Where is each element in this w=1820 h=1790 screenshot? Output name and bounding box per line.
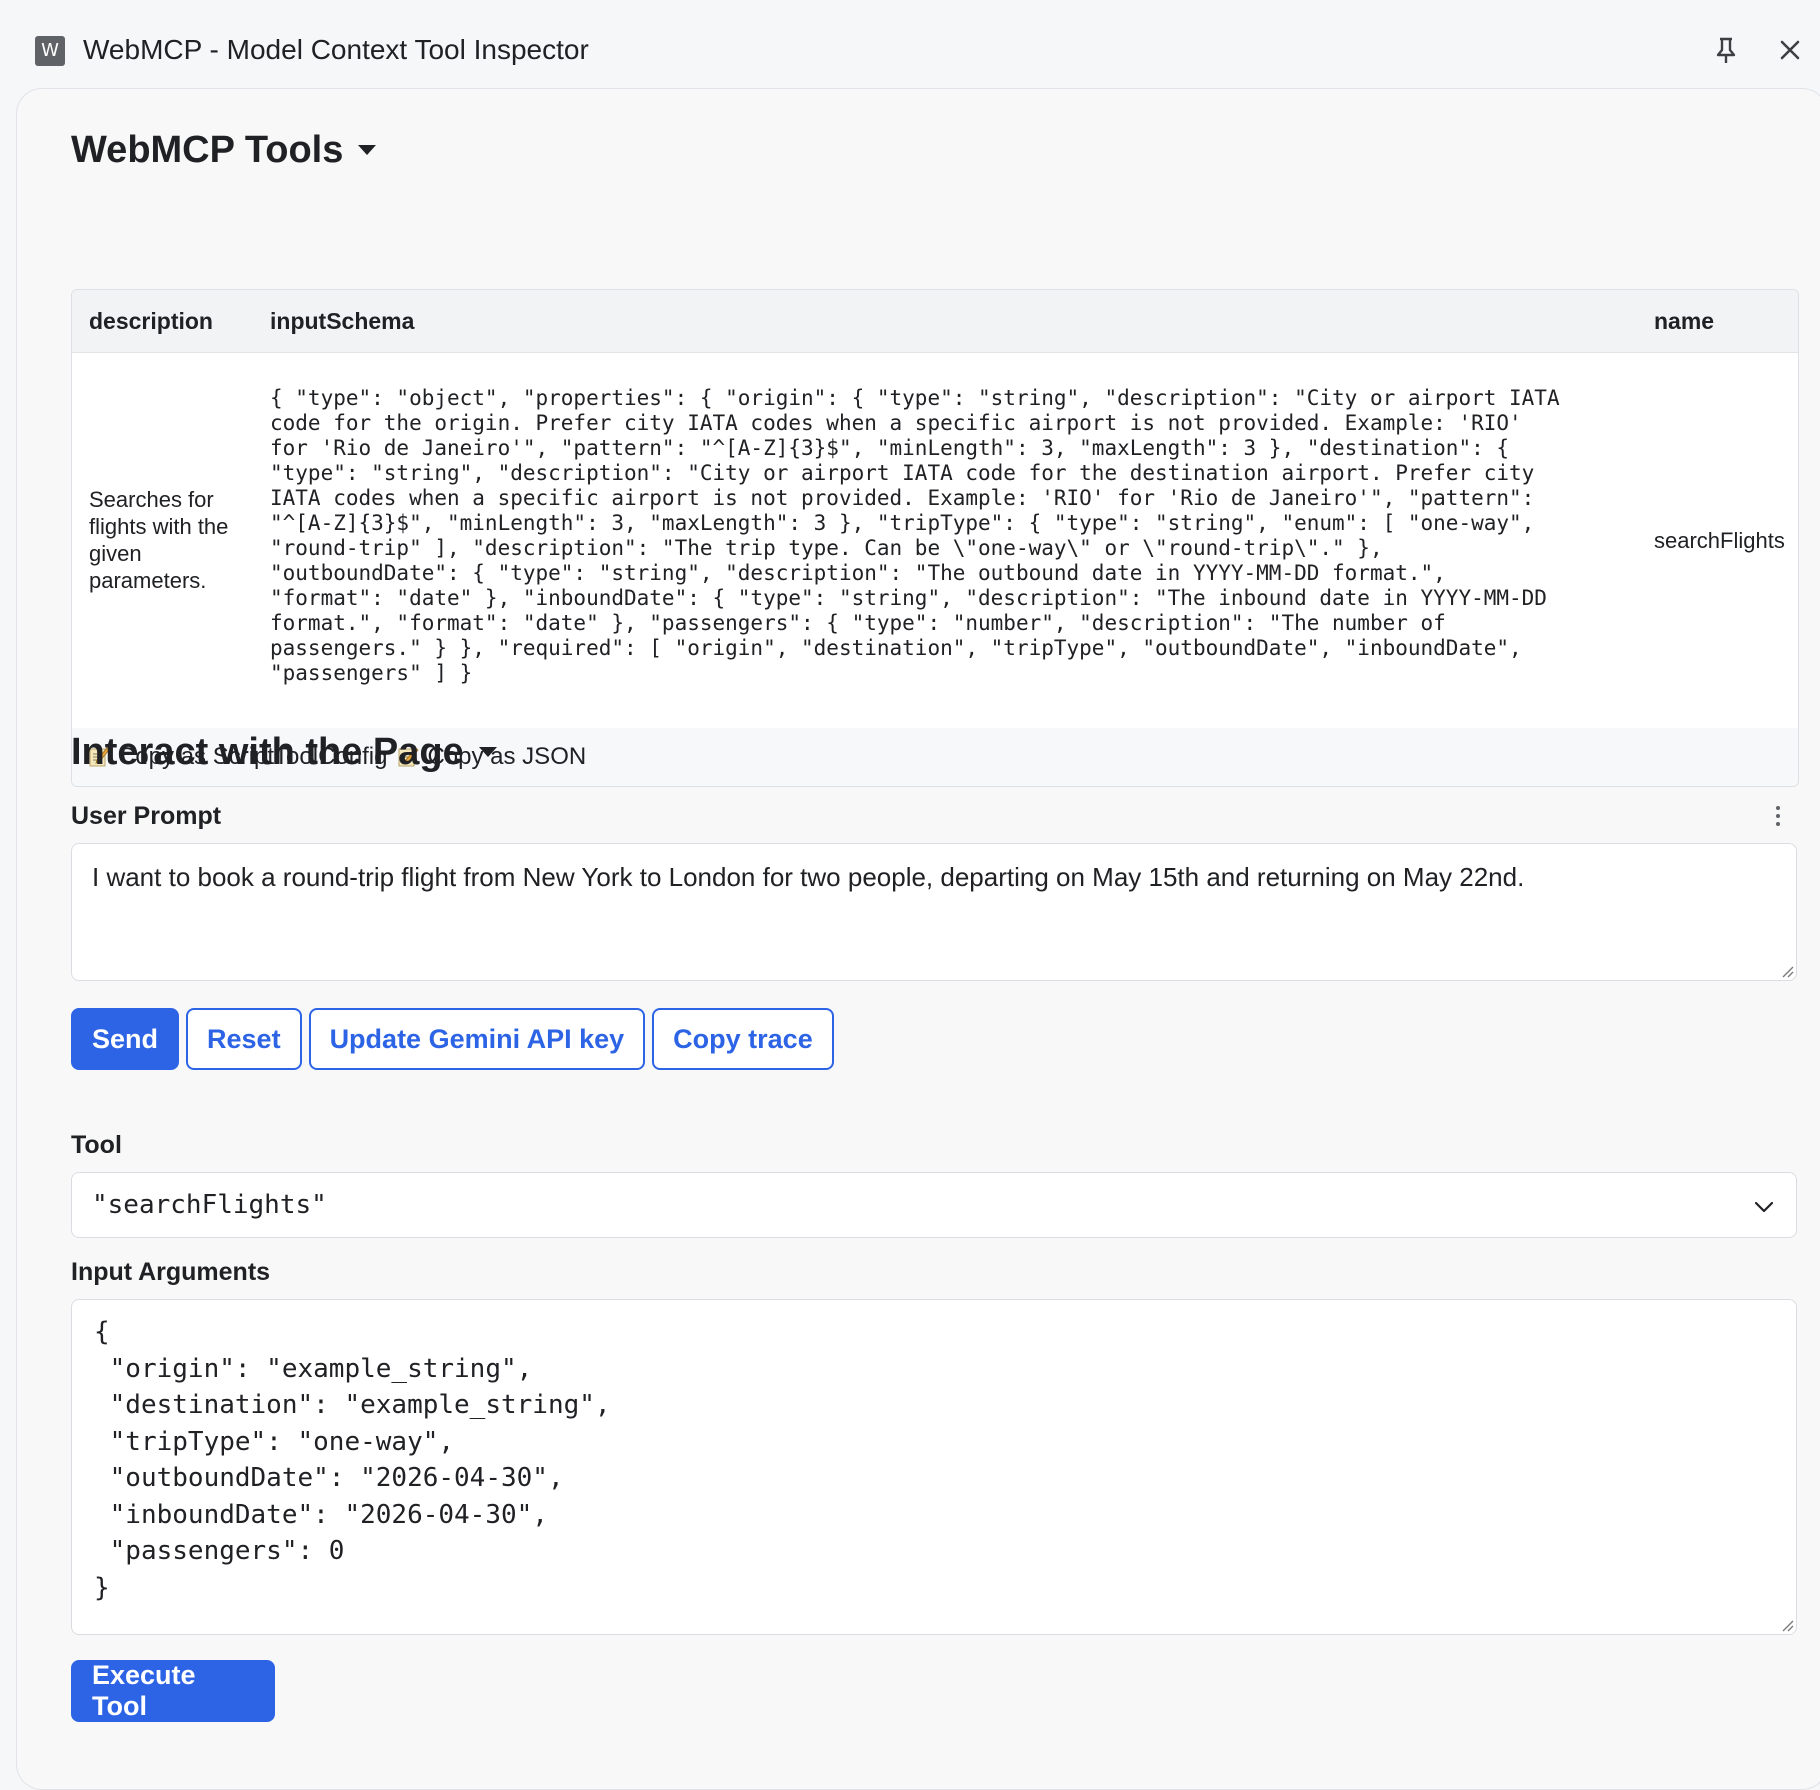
user-prompt-label: User Prompt [71, 802, 222, 830]
update-gemini-api-key-button[interactable]: Update Gemini API key [308, 1008, 646, 1070]
pin-icon[interactable] [1706, 30, 1746, 70]
input-arguments-label: Input Arguments [71, 1258, 271, 1286]
caret-down-icon [358, 145, 377, 155]
interact-section-header[interactable]: Interact with the Page [71, 729, 498, 775]
user-prompt-textarea[interactable]: I want to book a round-trip flight from … [71, 843, 1797, 981]
send-button[interactable]: Send [71, 1008, 180, 1070]
caret-down-icon [478, 747, 497, 757]
user-prompt-text: I want to book a round-trip flight from … [92, 862, 1525, 892]
tool-select[interactable]: "searchFlights" [71, 1172, 1797, 1238]
execute-tool-button[interactable]: Execute Tool [71, 1660, 275, 1722]
tool-description: Searches for flights with the given para… [89, 487, 229, 593]
window-title: WebMCP - Model Context Tool Inspector [83, 34, 589, 65]
copy-trace-button[interactable]: Copy trace [652, 1008, 834, 1070]
column-header-name[interactable]: name [1654, 308, 1714, 335]
chevron-down-icon [1754, 1201, 1774, 1213]
title-bar: W WebMCP - Model Context Tool Inspector [0, 0, 1820, 88]
tool-select-value: "searchFlights" [92, 1190, 327, 1220]
reset-button[interactable]: Reset [186, 1008, 302, 1070]
interact-section-title: Interact with the Page [71, 731, 464, 773]
table-header: description inputSchema name [72, 290, 1798, 353]
tool-name: searchFlights [1654, 528, 1785, 553]
tool-label: Tool [71, 1131, 122, 1159]
input-arguments-text: { "origin": "example_string", "destinati… [94, 1317, 611, 1603]
column-header-inputschema[interactable]: inputSchema [270, 308, 414, 335]
tools-table: description inputSchema name Searches fo… [71, 289, 1799, 787]
tools-section-title: WebMCP Tools [71, 129, 344, 171]
input-arguments-textarea[interactable]: { "origin": "example_string", "destinati… [71, 1299, 1797, 1635]
column-header-description[interactable]: description [89, 308, 213, 335]
app-icon: W [35, 36, 65, 66]
tools-section-header[interactable]: WebMCP Tools [71, 127, 377, 173]
close-icon[interactable] [1770, 30, 1810, 70]
resize-grip-icon[interactable] [1778, 962, 1794, 978]
resize-grip-icon[interactable] [1778, 1616, 1794, 1632]
tool-input-schema: { "type": "object", "properties": { "ori… [270, 386, 1560, 685]
action-buttons: Send Reset Update Gemini API key Copy tr… [71, 1008, 834, 1070]
inspector-panel: WebMCP Tools description inputSchema nam… [16, 88, 1820, 1790]
more-vertical-icon[interactable] [1763, 801, 1793, 831]
